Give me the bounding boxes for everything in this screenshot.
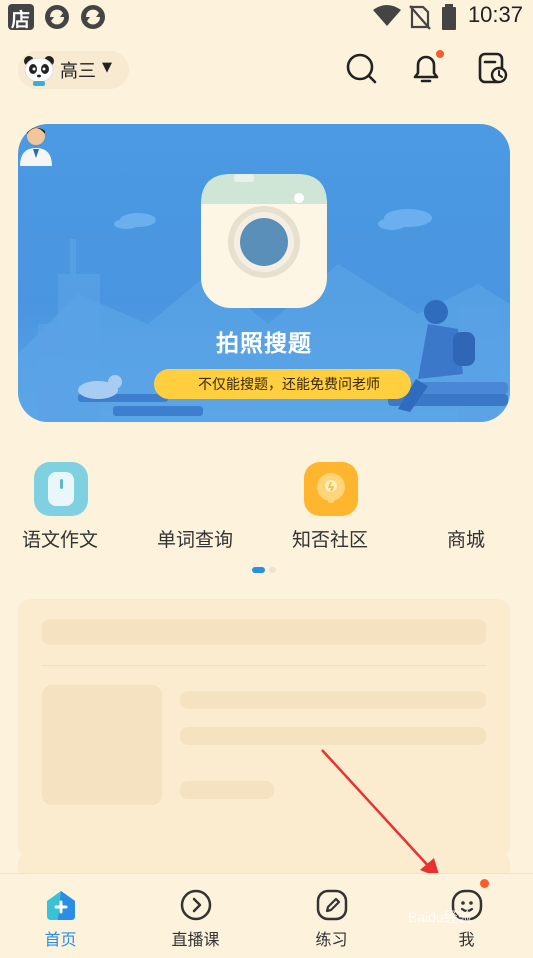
tab-label: 我 — [458, 930, 475, 949]
quick-action-shop[interactable]: 商城 — [406, 455, 526, 565]
quick-action-label: 单词查询 — [156, 529, 233, 551]
grade-label: 高三 — [60, 61, 96, 82]
store-icon: 店 — [8, 4, 34, 31]
skeleton-line — [180, 781, 274, 799]
pen-icon — [316, 889, 348, 921]
bottom-tab-bar: 首页 直播课 练习 我 Baidu经验 — [0, 873, 533, 958]
pager-dot — [269, 567, 276, 573]
notifications-button[interactable] — [406, 48, 446, 88]
watermark: Baidu经验 — [408, 909, 472, 925]
skeleton-line — [180, 727, 486, 745]
skeleton-thumbnail — [42, 685, 162, 805]
grade-selector[interactable]: 高三 ▼ — [18, 51, 129, 89]
essay-icon — [34, 462, 88, 516]
teacher-avatar-icon — [20, 127, 52, 166]
quick-action-label: 语文作文 — [21, 529, 98, 551]
tab-practice[interactable]: 练习 — [265, 874, 398, 958]
banner-tagline: 不仅能搜题，还能免费问老师 — [198, 377, 380, 393]
tab-label: 直播课 — [171, 930, 220, 949]
panda-avatar-icon — [24, 56, 54, 86]
chevron-down-icon: ▼ — [102, 60, 112, 75]
tab-live-class[interactable]: 直播课 — [129, 874, 262, 958]
annotation-arrow — [321, 749, 440, 878]
quick-action-essay[interactable]: 语文作文 — [0, 455, 120, 565]
notification-badge — [436, 50, 444, 58]
search-icon[interactable] — [341, 48, 381, 88]
tab-label: 练习 — [315, 930, 348, 949]
status-bar: 店 10:37 — [0, 0, 533, 32]
quick-action-label: 商城 — [446, 529, 485, 551]
top-header: 高三 ▼ — [0, 44, 533, 98]
quick-action-community[interactable]: 知否社区 — [270, 455, 390, 565]
clock: 10:37 — [467, 2, 523, 27]
tab-label: 首页 — [44, 930, 77, 949]
tab-home[interactable]: 首页 — [0, 874, 127, 958]
profile-badge — [480, 879, 489, 888]
quick-action-label: 知否社区 — [291, 529, 368, 551]
photo-search-banner[interactable]: 拍照搜题 不仅能搜题，还能免费问老师 — [18, 124, 510, 422]
home-icon — [47, 891, 75, 920]
battery-icon — [442, 4, 456, 30]
wifi-icon — [373, 5, 401, 26]
banner-tagline-pill: 不仅能搜题，还能免费问老师 — [154, 369, 411, 399]
sync-icon — [81, 5, 105, 29]
schedule-icon[interactable] — [472, 48, 512, 88]
sync-icon — [45, 5, 69, 29]
quick-action-dictionary[interactable]: 单词查询 — [135, 455, 255, 565]
pager-dot-active — [252, 567, 265, 573]
play-icon — [180, 889, 212, 921]
lightbulb-icon — [304, 462, 358, 516]
skeleton-line — [180, 691, 486, 709]
no-sim-icon — [409, 5, 431, 30]
banner-title: 拍照搜题 — [216, 331, 312, 357]
skeleton-line — [42, 619, 486, 645]
